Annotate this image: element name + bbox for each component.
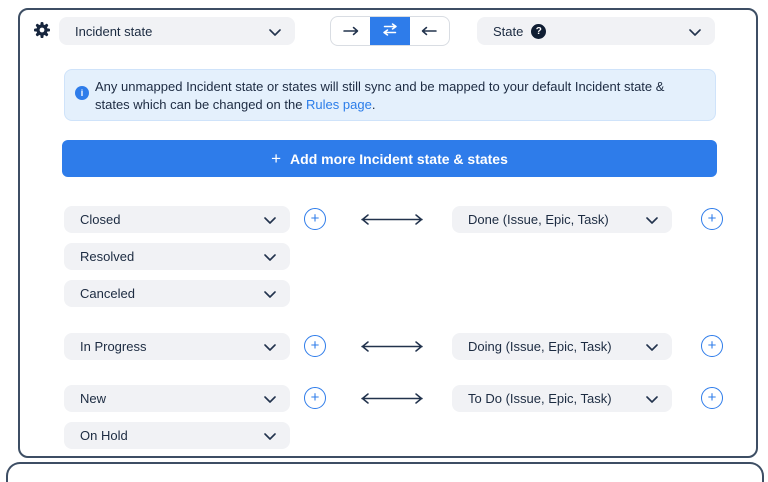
mapping-arrow-icon [359, 213, 425, 226]
mapping-right-value: To Do (Issue, Epic, Task) [468, 391, 612, 406]
add-mapping-label: Add more Incident state & states [290, 150, 508, 167]
mapping-left-value: New [80, 391, 107, 406]
mapping-arrow-icon [359, 392, 425, 405]
chevron-down-icon [269, 24, 281, 39]
sync-direction-toggle [330, 16, 450, 46]
mapping-left-value: On Hold [80, 428, 128, 443]
chevron-down-icon [646, 391, 658, 406]
mapping-right-dropdown[interactable]: Doing (Issue, Epic, Task) [452, 333, 672, 360]
target-field-dropdown[interactable]: State ? [477, 17, 715, 45]
mapping-right-value: Doing (Issue, Epic, Task) [468, 339, 612, 354]
info-icon: i [75, 86, 89, 100]
direction-left-button[interactable] [410, 17, 449, 45]
info-banner: i Any unmapped Incident state or states … [64, 69, 716, 121]
mapping-left-value: In Progress [80, 339, 147, 354]
chevron-down-icon [689, 24, 701, 39]
target-field-label: State [493, 23, 524, 39]
mapping-right-value: Done (Issue, Epic, Task) [468, 212, 609, 227]
source-field-label: Incident state [75, 23, 153, 39]
gear-icon [33, 21, 51, 42]
source-field-dropdown[interactable]: Incident state [59, 17, 295, 45]
banner-text: Any unmapped Incident state or states wi… [95, 79, 665, 112]
add-right-state-button[interactable]: + [701, 208, 723, 230]
arrows-bidirectional-icon [382, 23, 398, 39]
settings-button[interactable] [32, 21, 52, 41]
mapping-left-dropdown[interactable]: In Progress [64, 333, 290, 360]
chevron-down-icon [264, 428, 276, 443]
plus-icon: + [271, 149, 282, 168]
mapping-right-dropdown[interactable]: To Do (Issue, Epic, Task) [452, 385, 672, 412]
chevron-down-icon [264, 249, 276, 264]
arrow-right-icon [342, 24, 359, 39]
add-left-state-button[interactable]: + [304, 387, 326, 409]
mapping-left-value: Resolved [80, 249, 135, 264]
mapping-left-dropdown[interactable]: On Hold [64, 422, 290, 449]
mapping-left-dropdown[interactable]: Canceled [64, 280, 290, 307]
add-left-state-button[interactable]: + [304, 208, 326, 230]
add-mapping-button[interactable]: + Add more Incident state & states [62, 140, 717, 177]
chevron-down-icon [646, 339, 658, 354]
help-icon[interactable]: ? [531, 23, 547, 39]
mapping-left-value: Closed [80, 212, 121, 227]
direction-bidirectional-button[interactable] [370, 17, 410, 45]
mapping-panel: Incident state State ? i Any unmapped In… [18, 8, 758, 458]
chevron-down-icon [264, 339, 276, 354]
chevron-down-icon [264, 212, 276, 227]
mapping-arrow-icon [359, 340, 425, 353]
chevron-down-icon [646, 212, 658, 227]
mapping-left-value: Canceled [80, 286, 135, 301]
mapping-left-dropdown[interactable]: Resolved [64, 243, 290, 270]
add-right-state-button[interactable]: + [701, 335, 723, 357]
mapping-left-dropdown[interactable]: New [64, 385, 290, 412]
direction-right-button[interactable] [331, 17, 370, 45]
mapping-right-dropdown[interactable]: Done (Issue, Epic, Task) [452, 206, 672, 233]
banner-text-suffix: . [371, 97, 376, 112]
arrow-left-icon [421, 24, 438, 39]
mapping-left-dropdown[interactable]: Closed [64, 206, 290, 233]
chevron-down-icon [264, 391, 276, 406]
rules-page-link[interactable]: Rules page [306, 97, 372, 112]
chevron-down-icon [264, 286, 276, 301]
next-panel-edge [6, 462, 764, 482]
add-left-state-button[interactable]: + [304, 335, 326, 357]
add-right-state-button[interactable]: + [701, 387, 723, 409]
